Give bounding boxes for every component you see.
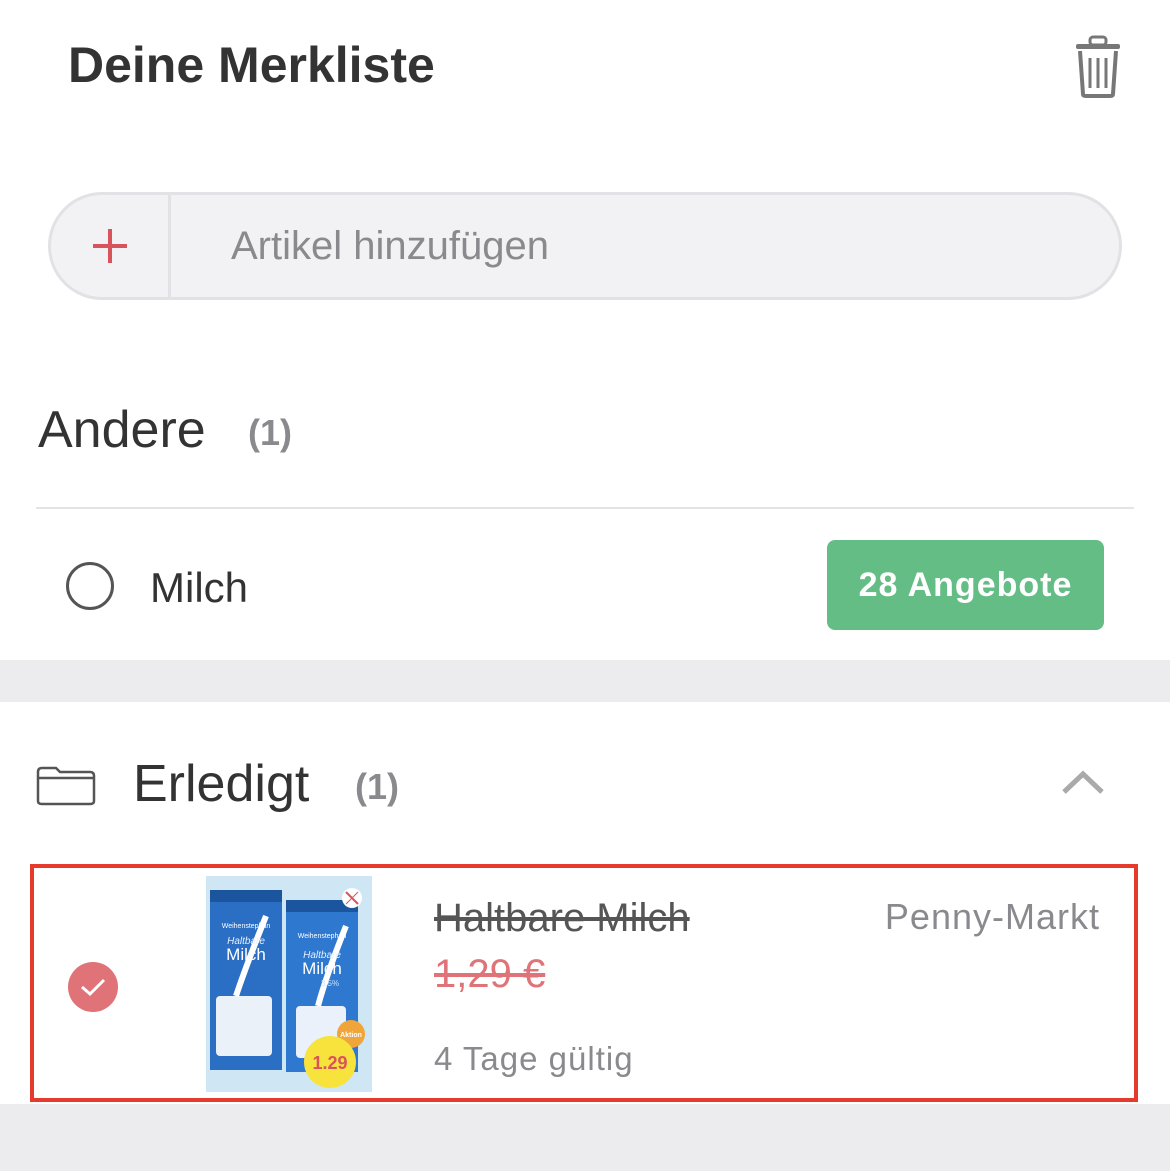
section-title-other: Andere [38, 401, 206, 459]
list-item: Milch 28 Angebote [0, 510, 1170, 660]
section-count-done: (1) [355, 766, 399, 807]
product-name: Haltbare Milch [434, 896, 690, 940]
section-separator [0, 660, 1170, 702]
product-badge: Aktion [340, 1032, 362, 1039]
page-title: Deine Merkliste [68, 37, 435, 93]
watchlist-page: Deine Merkliste Andere (1) Milch 2 [0, 0, 1170, 1171]
product-line2: Milch [226, 945, 266, 964]
product-fat: 3,5% [321, 979, 339, 988]
add-item-bar [48, 192, 1122, 300]
trash-icon [1076, 35, 1120, 98]
product-validity: 4 Tage gültig [434, 1040, 634, 1077]
divider [36, 507, 1134, 509]
product-price-tag: 1.29 [312, 1053, 347, 1073]
plus-icon [92, 229, 127, 263]
item-checkbox[interactable] [66, 562, 114, 610]
product-line2-2: Milch [302, 959, 342, 978]
done-section-header[interactable]: Erledigt (1) [0, 702, 1170, 862]
product-brand: Weihenstephan [222, 923, 271, 930]
item-checkbox-checked[interactable] [68, 962, 118, 1012]
bottom-band [0, 1104, 1170, 1171]
offers-button[interactable]: 28 Angebote [827, 540, 1104, 630]
section-title-done: Erledigt [133, 755, 310, 813]
checkmark-icon [81, 978, 106, 997]
delete-list-button[interactable] [1068, 32, 1128, 100]
chevron-up-icon[interactable] [1060, 766, 1106, 796]
product-store: Penny-Markt [884, 896, 1100, 937]
product-brand-2: Weihenstephan [298, 933, 347, 940]
section-count-other: (1) [248, 412, 292, 453]
add-item-input[interactable] [171, 195, 1119, 297]
product-price: 1,29 € [434, 952, 546, 996]
header: Deine Merkliste [0, 0, 1170, 140]
folder-icon [36, 766, 96, 806]
add-item-button[interactable] [51, 195, 171, 297]
item-label: Milch [150, 564, 249, 611]
product-image: Weihenstephan Weihenstephan Haltbare Mil… [206, 876, 372, 1092]
completed-item[interactable]: Weihenstephan Weihenstephan Haltbare Mil… [30, 864, 1138, 1102]
